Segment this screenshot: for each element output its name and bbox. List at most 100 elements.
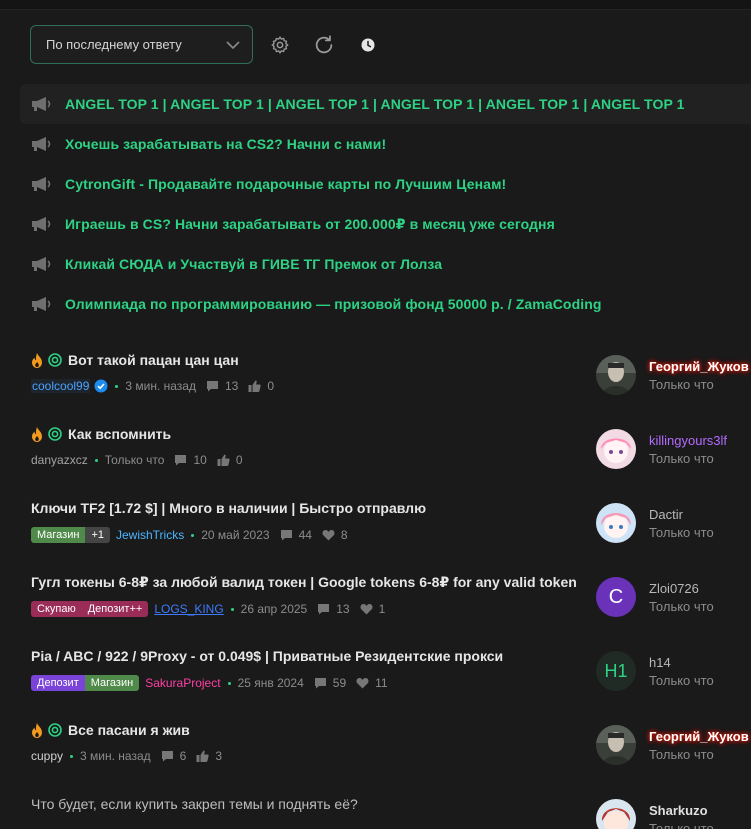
avatar[interactable]: C [596,577,636,617]
last-post-user[interactable]: Георгий_Жуков [649,729,749,744]
thread-title-row: Вот такой пацан цан цан [31,352,239,368]
last-post: Георгий_Жуков Только что [596,355,749,395]
sort-select[interactable]: По последнему ответу [30,25,253,64]
thumbs-up-icon [248,380,261,392]
thread-title[interactable]: Pia / ABC / 922 / 9Proxy - от 0.049$ | П… [31,648,503,664]
fire-icon [32,352,42,368]
separator-dot [94,458,98,462]
refresh-button[interactable] [307,28,341,62]
reply-count: 59 [314,676,346,690]
last-post-user[interactable]: Sharkuzo [649,803,714,818]
thread-toolbar: По последнему ответу [30,25,385,64]
last-post-user[interactable]: Dactir [649,507,714,522]
chevron-down-icon [226,40,240,49]
ad-item[interactable]: ANGEL TOP 1 | ANGEL TOP 1 | ANGEL TOP 1 … [20,84,751,124]
comment-icon [314,678,326,689]
thumbs-up-icon [196,750,209,762]
thread-row: Что будет, если купить закреп темы и под… [0,786,751,829]
like-count-value: 8 [340,528,348,542]
ad-item[interactable]: CytronGift - Продавайте подарочные карты… [20,164,751,204]
thread-time: 26 апр 2025 [240,602,308,616]
thread-meta: danyazxcz Только что 10 0 [31,453,243,467]
thread-row: Ключи TF2 [1.72 $] | Много в наличии | Б… [0,490,751,564]
target-icon [48,723,62,737]
thread-row: Pia / ABC / 922 / 9Proxy - от 0.049$ | П… [0,638,751,712]
thread-author[interactable]: LOGS_KING [154,602,223,616]
thread-title-row: Ключи TF2 [1.72 $] | Много в наличии | Б… [31,500,426,516]
like-count-value: 0 [235,453,243,467]
like-count: 1 [360,602,385,616]
thread-time: Только что [104,453,165,467]
separator-dot [115,384,119,388]
last-post-user[interactable]: h14 [649,655,714,670]
thread-row: Все пасани я жив cuppy 3 мин. назад 6 3 … [0,712,751,786]
like-count-value: 0 [267,379,275,393]
megaphone-icon [31,176,55,192]
reply-count: 10 [174,453,207,467]
history-button[interactable] [351,28,385,62]
settings-button[interactable] [263,28,297,62]
clock-icon [361,38,375,51]
tag-deposit[interactable]: Депозит++ [81,601,149,617]
thread-time: 3 мин. назад [125,379,196,393]
thread-title-row: Pia / ABC / 922 / 9Proxy - от 0.049$ | П… [31,648,503,664]
ad-item[interactable]: Олимпиада по программированию — призовой… [20,284,751,324]
megaphone-icon [31,216,55,232]
reply-count: 44 [280,528,312,542]
tag-more[interactable]: +1 [85,527,110,543]
thread-tags: Магазин +1 [31,527,110,543]
last-post-user[interactable]: Георгий_Жуков [649,359,749,374]
tag-shop[interactable]: Магазин [84,675,140,691]
ad-text: Кликай СЮДА и Участвуй в ГИВЕ ТГ Премок … [65,256,443,272]
avatar[interactable]: H1 [596,651,636,691]
thread-title[interactable]: Что будет, если купить закреп темы и под… [31,796,358,812]
avatar[interactable] [596,799,636,829]
thread-author[interactable]: coolcool99 [31,379,91,393]
thread-author[interactable]: cuppy [31,749,63,763]
last-post-user[interactable]: killingyours3lf [649,433,727,448]
last-post-user[interactable]: Zloi0726 [649,581,714,596]
like-count: 0 [217,453,243,467]
target-icon [48,353,62,367]
like-count: 0 [248,379,274,393]
thread-author[interactable]: danyazxcz [31,453,88,467]
avatar[interactable] [596,429,636,469]
reply-count: 6 [161,749,187,763]
comment-icon [206,381,218,392]
like-count: 11 [356,676,388,690]
thread-title[interactable]: Как вспомнить [68,426,171,442]
tag-buying[interactable]: Скупаю [31,601,82,617]
ad-item[interactable]: Играешь в CS? Начни зарабатывать от 200.… [20,204,751,244]
reply-count-value: 44 [298,528,312,542]
thread-row: Гугл токены 6-8₽ за любой валид токен | … [0,564,751,638]
thread-title[interactable]: Ключи TF2 [1.72 $] | Много в наличии | Б… [31,500,426,516]
comment-icon [175,455,187,466]
ad-text: Играешь в CS? Начни зарабатывать от 200.… [65,215,555,232]
fire-icon [32,426,42,442]
avatar[interactable] [596,503,636,543]
thread-title[interactable]: Гугл токены 6-8₽ за любой валид токен | … [31,574,577,591]
ad-item[interactable]: Хочешь зарабатывать на CS2? Начни с нами… [20,124,751,164]
megaphone-icon [31,296,55,312]
tag-shop[interactable]: Магазин [31,527,86,543]
thread-author[interactable]: SakuraProject [145,676,220,690]
thread-title-row: Что будет, если купить закреп темы и под… [31,796,358,812]
megaphone-icon [31,96,55,112]
heart-icon [360,604,373,615]
thread-row: Как вспомнить danyazxcz Только что 10 0 … [0,416,751,490]
fire-icon [32,722,42,738]
separator-dot [70,754,74,758]
thread-time: 20 май 2023 [201,528,270,542]
thread-title[interactable]: Все пасани я жив [68,722,190,738]
ad-item[interactable]: Кликай СЮДА и Участвуй в ГИВЕ ТГ Премок … [20,244,751,284]
reply-count-value: 6 [179,749,187,763]
avatar[interactable] [596,355,636,395]
tag-deposit[interactable]: Депозит [31,675,85,691]
last-post-time: Только что [649,673,714,688]
thread-title[interactable]: Вот такой пацан цан цан [68,352,239,368]
avatar[interactable] [596,725,636,765]
thread-author[interactable]: JewishTricks [116,528,184,542]
heart-icon [322,530,335,541]
ad-text: ANGEL TOP 1 | ANGEL TOP 1 | ANGEL TOP 1 … [65,96,685,112]
comment-icon [280,530,292,541]
